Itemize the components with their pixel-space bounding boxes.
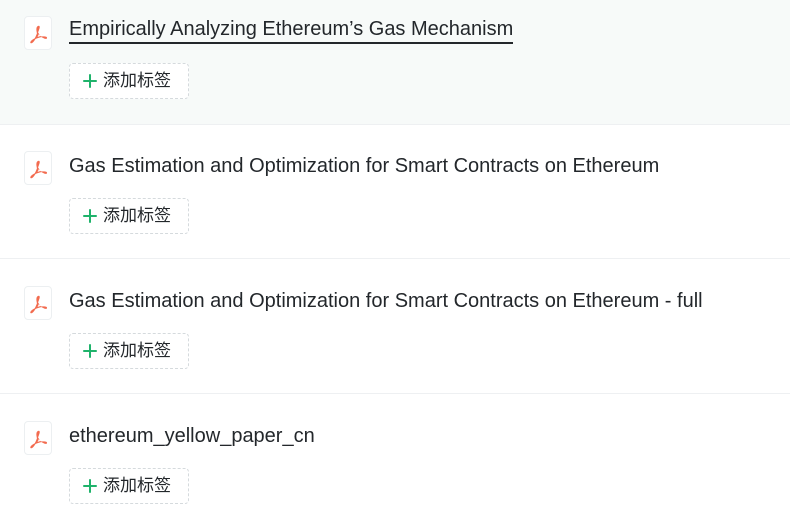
file-row[interactable]: Empirically Analyzing Ethereum’s Gas Mec… (0, 0, 790, 125)
add-tag-label: 添加标签 (103, 71, 171, 91)
pdf-icon (24, 286, 52, 320)
add-tag-button[interactable]: 添加标签 (69, 198, 189, 234)
file-row[interactable]: Gas Estimation and Optimization for Smar… (0, 125, 790, 259)
file-row[interactable]: ethereum_yellow_paper_cn 添加标签 (0, 395, 790, 520)
add-tag-button[interactable]: 添加标签 (69, 468, 189, 504)
plus-icon (82, 208, 98, 224)
add-tag-label: 添加标签 (103, 206, 171, 226)
file-title-link[interactable]: Gas Estimation and Optimization for Smar… (69, 287, 703, 315)
plus-icon (82, 343, 98, 359)
pdf-icon (24, 16, 52, 50)
add-tag-label: 添加标签 (103, 476, 171, 496)
add-tag-label: 添加标签 (103, 341, 171, 361)
file-title-link[interactable]: ethereum_yellow_paper_cn (69, 422, 315, 450)
file-list: Empirically Analyzing Ethereum’s Gas Mec… (0, 0, 790, 520)
add-tag-button[interactable]: 添加标签 (69, 333, 189, 369)
file-row[interactable]: Gas Estimation and Optimization for Smar… (0, 260, 790, 394)
pdf-icon (24, 151, 52, 185)
plus-icon (82, 478, 98, 494)
pdf-icon (24, 421, 52, 455)
add-tag-button[interactable]: 添加标签 (69, 63, 189, 99)
plus-icon (82, 73, 98, 89)
file-title-link[interactable]: Gas Estimation and Optimization for Smar… (69, 152, 659, 180)
file-title-link[interactable]: Empirically Analyzing Ethereum’s Gas Mec… (69, 17, 514, 44)
